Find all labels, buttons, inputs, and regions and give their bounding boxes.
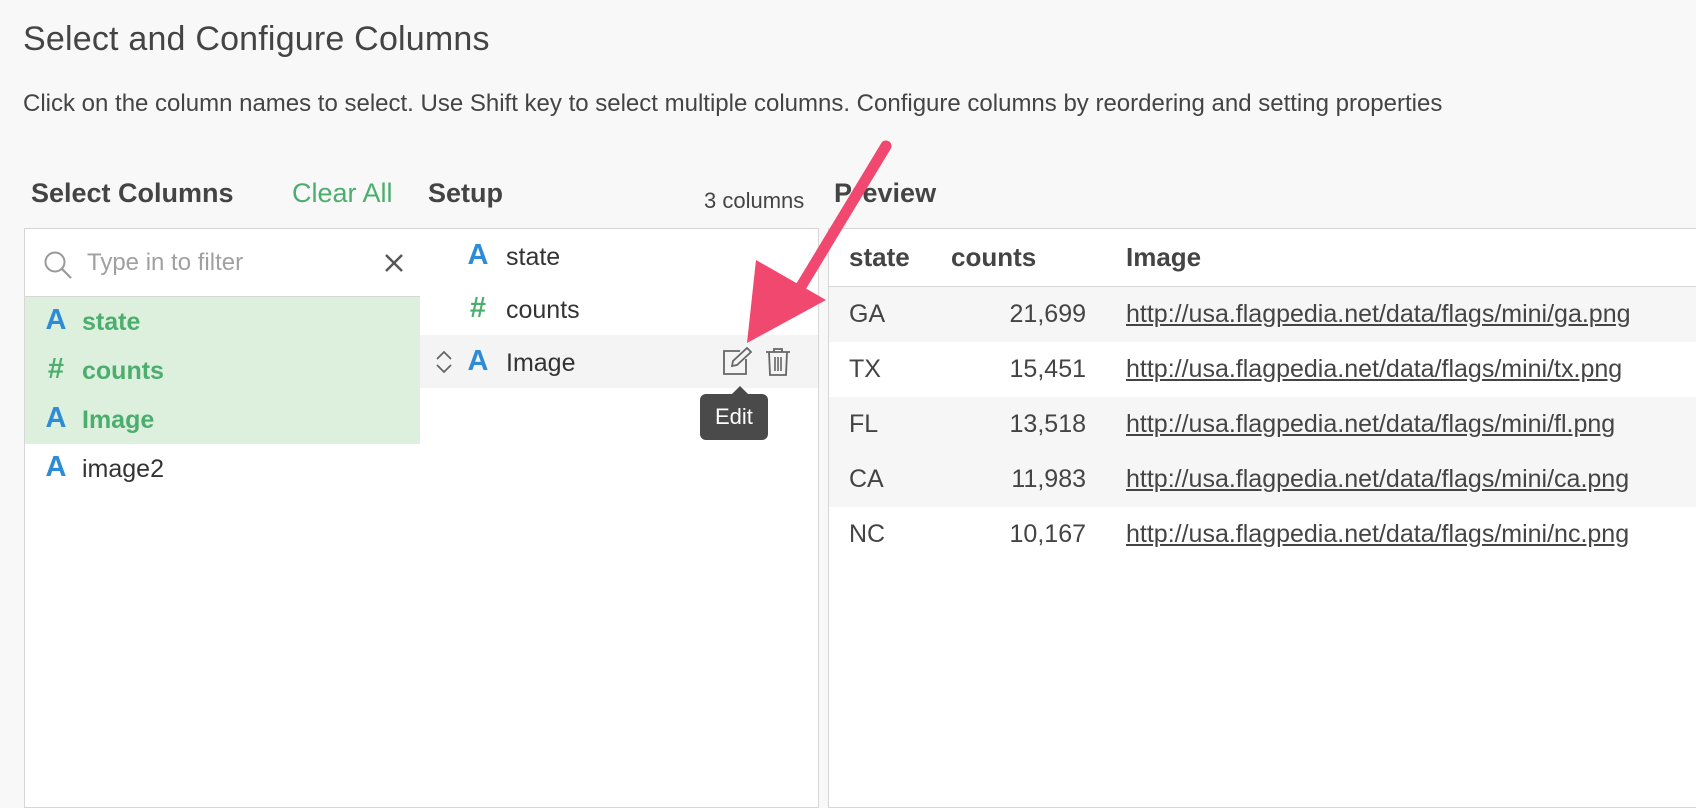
edit-icon[interactable]	[720, 347, 752, 377]
setup-label: state	[506, 243, 561, 271]
table-row: CA 11,983 http://usa.flagpedia.net/data/…	[829, 452, 1696, 507]
cell-state: GA	[829, 286, 951, 342]
setup-heading: Setup	[428, 178, 504, 208]
table-row: GA 21,699 http://usa.flagpedia.net/data/…	[829, 286, 1696, 342]
table-row: TX 15,451 http://usa.flagpedia.net/data/…	[829, 342, 1696, 397]
preview-heading: Preview	[834, 178, 937, 208]
trash-icon[interactable]	[765, 347, 791, 377]
cell-counts: 13,518	[951, 397, 1126, 452]
cell-counts: 15,451	[1009, 355, 1086, 383]
cell-state: FL	[829, 397, 951, 452]
image-link[interactable]: http://usa.flagpedia.net/data/flags/mini…	[1126, 520, 1629, 548]
column-label: image2	[82, 455, 164, 483]
image-link[interactable]: http://usa.flagpedia.net/data/flags/mini…	[1126, 355, 1622, 383]
cell-state: TX	[849, 355, 881, 383]
edit-tooltip: Edit	[700, 386, 768, 440]
setup-item-state[interactable]: A state	[420, 229, 818, 282]
page-title: Select and Configure Columns	[23, 20, 490, 58]
table-row: FL 13,518 http://usa.flagpedia.net/data/…	[829, 397, 1696, 452]
cell-state: CA	[829, 452, 951, 507]
column-item-counts[interactable]: # counts	[25, 346, 420, 395]
setup-item-counts[interactable]: # counts	[420, 282, 818, 335]
setup-item-image[interactable]: A Image	[420, 335, 818, 388]
setup-label: Image	[506, 349, 576, 377]
page-description: Click on the column names to select. Use…	[23, 90, 1443, 117]
column-header-image: Image	[1126, 229, 1696, 287]
cell-counts: 10,167	[1009, 520, 1086, 548]
select-columns-heading: Select Columns	[31, 178, 234, 208]
column-label: counts	[82, 357, 164, 385]
setup-panel: A state # counts A Image	[420, 228, 819, 808]
type-a-icon: A	[45, 304, 67, 336]
type-number-icon: #	[47, 353, 65, 385]
preview-table: state counts Image GA 21,699 http://usa.…	[829, 229, 1696, 562]
preview-panel: state counts Image GA 21,699 http://usa.…	[828, 228, 1696, 808]
filter-input[interactable]	[85, 241, 379, 285]
type-a-icon: A	[467, 345, 489, 377]
column-count: 3 columns	[704, 188, 805, 213]
filter-box	[25, 229, 420, 297]
cell-state: NC	[849, 520, 886, 548]
type-a-icon: A	[467, 239, 489, 271]
table-row: NC 10,167 http://usa.flagpedia.net/data/…	[829, 507, 1696, 562]
search-icon	[44, 251, 72, 279]
image-link[interactable]: http://usa.flagpedia.net/data/flags/mini…	[1126, 300, 1631, 328]
setup-label: counts	[506, 296, 580, 324]
column-item-image[interactable]: A Image	[25, 395, 420, 444]
table-header-row: state counts Image	[829, 229, 1696, 287]
close-icon[interactable]	[382, 251, 406, 275]
image-link[interactable]: http://usa.flagpedia.net/data/flags/mini…	[1126, 465, 1629, 493]
image-link[interactable]: http://usa.flagpedia.net/data/flags/mini…	[1126, 410, 1615, 438]
type-a-icon: A	[45, 402, 67, 434]
cell-counts: 11,983	[951, 452, 1126, 507]
column-label: Image	[82, 406, 155, 434]
drag-handle-icon[interactable]	[434, 349, 454, 375]
select-columns-panel: A state # counts A Image A image2	[24, 228, 421, 808]
column-item-image2[interactable]: A image2	[25, 444, 420, 493]
column-item-state[interactable]: A state	[25, 297, 420, 346]
cell-counts: 21,699	[951, 286, 1126, 342]
column-label: state	[82, 308, 141, 336]
column-header-state: state	[829, 229, 951, 287]
column-header-counts: counts	[951, 229, 1126, 287]
clear-all-link[interactable]: Clear All	[292, 178, 393, 209]
type-a-icon: A	[45, 451, 67, 483]
type-number-icon: #	[469, 292, 487, 324]
